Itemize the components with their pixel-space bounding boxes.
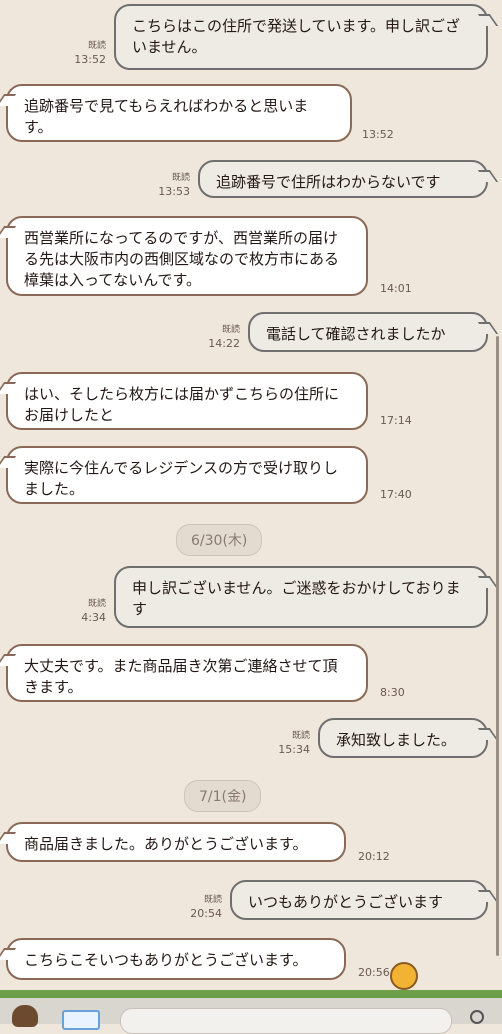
date-separator: 7/1(金) xyxy=(184,780,262,812)
message-time: 13:52 xyxy=(362,128,394,141)
message-bubble-outgoing[interactable]: 追跡番号で住所はわからないです xyxy=(198,160,488,198)
message-time: 17:14 xyxy=(380,414,412,427)
message-text: 追跡番号で住所はわからないです xyxy=(216,173,441,191)
photo-icon[interactable] xyxy=(62,1010,100,1030)
search-icon[interactable] xyxy=(470,1010,484,1024)
message-meta: 既読 4:34 xyxy=(66,598,106,624)
read-label: 既読 xyxy=(291,731,310,741)
read-label: 既読 xyxy=(221,325,240,335)
message-text: 承知致しました。 xyxy=(336,731,457,749)
read-label: 既読 xyxy=(87,41,106,51)
message-meta: 既読 13:52 xyxy=(66,40,106,66)
message-time: 20:54 xyxy=(190,907,222,920)
message-bubble-incoming[interactable]: こちらこそいつもありがとうございます。 xyxy=(6,938,346,980)
message-input[interactable] xyxy=(120,1008,452,1034)
message-bubble-outgoing[interactable]: こちらはこの住所で発送しています。申し訳ございません。 xyxy=(114,4,488,70)
message-time: 14:22 xyxy=(208,337,240,350)
read-label: 既読 xyxy=(203,895,222,905)
message-bubble-incoming[interactable]: 商品届きました。ありがとうございます。 xyxy=(6,822,346,862)
message-time: 20:12 xyxy=(358,850,390,863)
message-meta: 既読 20:54 xyxy=(182,894,222,920)
scrollbar[interactable] xyxy=(496,336,499,956)
message-time: 4:34 xyxy=(81,611,106,624)
message-bubble-outgoing[interactable]: いつもありがとうございます xyxy=(230,880,488,920)
chat-area: こちらはこの住所で発送しています。申し訳ございません。 既読 13:52 追跡番… xyxy=(0,0,502,1024)
message-text: いつもありがとうございます xyxy=(248,893,444,911)
message-time: 20:56 xyxy=(358,966,390,979)
sticker-icon xyxy=(390,962,418,990)
message-meta: 既読 13:53 xyxy=(150,172,190,198)
message-text: こちらこそいつもありがとうございます。 xyxy=(24,951,308,969)
message-bubble-outgoing[interactable]: 電話して確認されましたか xyxy=(248,312,488,352)
message-time: 14:01 xyxy=(380,282,412,295)
message-bubble-incoming[interactable]: 実際に今住んでるレジデンスの方で受け取りしました。 xyxy=(6,446,368,504)
message-bubble-outgoing[interactable]: 承知致しました。 xyxy=(318,718,488,758)
read-label: 既読 xyxy=(171,173,190,183)
message-text: 申し訳ございません。ご迷惑をおかけしております xyxy=(132,579,461,618)
message-text: 商品届きました。ありがとうございます。 xyxy=(24,835,308,853)
message-text: 実際に今住んでるレジデンスの方で受け取りしました。 xyxy=(24,459,338,498)
message-text: 大丈夫です。また商品届き次第ご連絡させて頂きます。 xyxy=(24,657,338,696)
message-meta: 既読 14:22 xyxy=(200,324,240,350)
message-bubble-incoming[interactable]: 西営業所になってるのですが、西営業所の届ける先は大阪市内の西側区域なので枚方市に… xyxy=(6,216,368,296)
message-time: 8:30 xyxy=(380,686,405,699)
message-bubble-incoming[interactable]: 大丈夫です。また商品届き次第ご連絡させて頂きます。 xyxy=(6,644,368,702)
date-separator: 6/30(木) xyxy=(176,524,263,556)
message-time: 15:34 xyxy=(278,743,310,756)
message-bubble-incoming[interactable]: はい、そしたら枚方には届かずこちらの住所にお届けしたと xyxy=(6,372,368,430)
message-text: 電話して確認されましたか xyxy=(266,325,446,343)
message-text: こちらはこの住所で発送しています。申し訳ございません。 xyxy=(132,17,461,56)
message-text: 追跡番号で見てもらえればわかると思います。 xyxy=(24,97,309,136)
read-label: 既読 xyxy=(87,599,106,609)
message-time: 13:53 xyxy=(158,185,190,198)
message-bubble-outgoing[interactable]: 申し訳ございません。ご迷惑をおかけしております xyxy=(114,566,488,628)
message-time: 17:40 xyxy=(380,488,412,501)
message-time: 13:52 xyxy=(74,53,106,66)
message-text: はい、そしたら枚方には届かずこちらの住所にお届けしたと xyxy=(24,385,340,424)
message-bubble-incoming[interactable]: 追跡番号で見てもらえればわかると思います。 xyxy=(6,84,352,142)
message-text: 西営業所になってるのですが、西営業所の届ける先は大阪市内の西側区域なので枚方市に… xyxy=(24,229,340,289)
message-meta: 既読 15:34 xyxy=(270,730,310,756)
